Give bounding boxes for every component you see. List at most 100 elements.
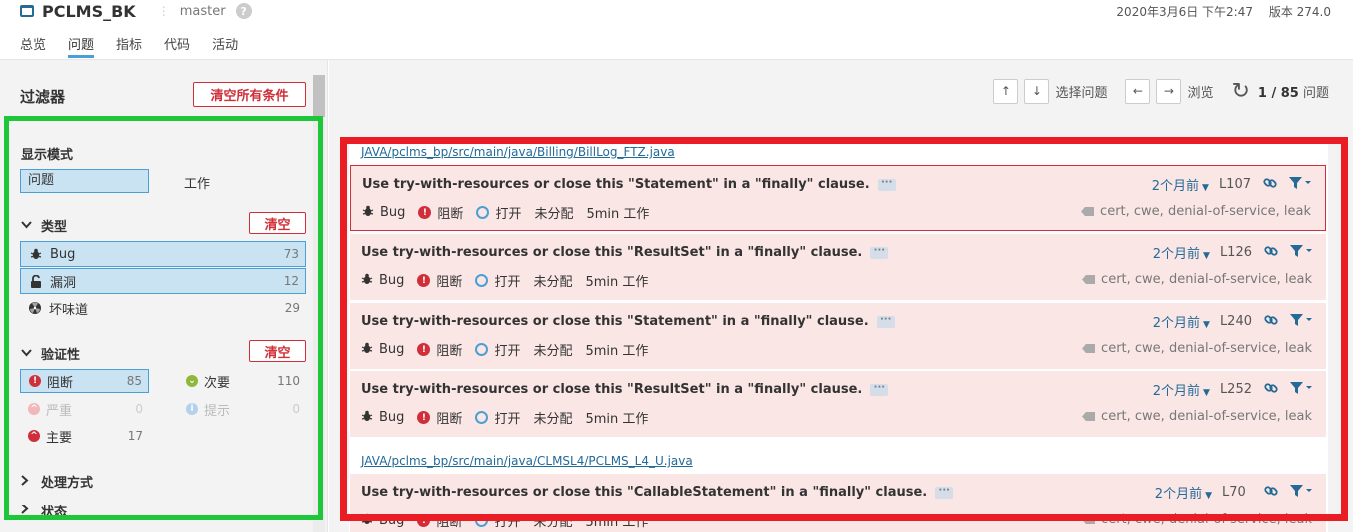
issue-severity[interactable]: ! 阻断 [418, 203, 463, 222]
filter-icon[interactable] [1290, 484, 1312, 501]
issue-severity[interactable]: ! 阻断 [417, 271, 462, 290]
issue-effort[interactable]: 5min 工作 [586, 203, 649, 222]
permalink-icon[interactable] [1264, 244, 1278, 262]
issue-age-label: 2个月前 [1154, 487, 1203, 502]
issue-type[interactable]: Bug [361, 273, 404, 288]
issue-message-text[interactable]: Use try-with-resources or close this "St… [361, 314, 869, 329]
issue-effort[interactable]: 5min 工作 [585, 408, 648, 427]
tab-overview[interactable]: 总览 [20, 34, 46, 58]
select-next-issue-button[interactable]: ↓ [1024, 78, 1050, 104]
caret-down-icon: ▼ [1203, 251, 1210, 261]
browse-back-button[interactable]: ← [1125, 78, 1151, 104]
issue-assignee[interactable]: 未分配 [533, 408, 572, 427]
open-status-icon [475, 411, 489, 424]
open-status-icon [475, 514, 489, 527]
issue-row[interactable]: Use try-with-resources or close this "St… [350, 303, 1326, 369]
tab-issues[interactable]: 问题 [68, 34, 95, 58]
issue-message-text[interactable]: Use try-with-resources or close this "Re… [361, 245, 862, 260]
tab-code[interactable]: 代码 [164, 34, 190, 58]
filter-icon[interactable] [1290, 381, 1312, 398]
issue-age[interactable]: 2个月前 ▼ [1155, 483, 1212, 502]
issue-severity[interactable]: ! 阻断 [417, 340, 462, 359]
issue-age-label: 2个月前 [1151, 179, 1200, 194]
issue-message-text[interactable]: Use try-with-resources or close this "Ca… [361, 485, 927, 500]
select-previous-issue-button[interactable]: ↑ [993, 78, 1019, 104]
issue-message[interactable]: Use try-with-resources or close this "Ca… [361, 485, 954, 500]
issue-type[interactable]: Bug [361, 410, 404, 425]
issue-tags[interactable]: cert, cwe, denial-of-service, leak [1082, 409, 1312, 424]
issue-age[interactable]: 2个月前 ▼ [1152, 175, 1209, 194]
issue-type[interactable]: Bug [362, 205, 405, 220]
issue-line: L126 [1219, 245, 1252, 260]
more-icon[interactable]: ··· [870, 245, 889, 259]
issue-severity-label: 阻断 [436, 344, 463, 359]
issue-severity-label: 阻断 [436, 412, 463, 427]
issue-effort[interactable]: 5min 工作 [585, 511, 648, 530]
issue-age[interactable]: 2个月前 ▼ [1153, 312, 1210, 331]
issue-message[interactable]: Use try-with-resources or close this "Re… [361, 382, 889, 397]
issue-message-text[interactable]: Use try-with-resources or close this "St… [362, 177, 870, 192]
issue-tags[interactable]: cert, cwe, denial-of-service, leak [1082, 512, 1312, 527]
issue-message[interactable]: Use try-with-resources or close this "Re… [361, 245, 889, 260]
issue-row[interactable]: Use try-with-resources or close this "St… [350, 165, 1326, 231]
branch-name[interactable]: master [180, 4, 226, 19]
issue-type[interactable]: Bug [361, 513, 404, 528]
permalink-icon[interactable] [1263, 176, 1277, 194]
permalink-icon[interactable] [1264, 484, 1278, 502]
more-icon[interactable]: ··· [870, 382, 889, 396]
issue-effort[interactable]: 5min 工作 [585, 340, 648, 359]
issue-tags[interactable]: cert, cwe, denial-of-service, leak [1082, 341, 1312, 356]
project-tabs: 总览 问题 指标 代码 活动 [20, 34, 260, 58]
filter-icon[interactable] [1290, 313, 1312, 330]
issue-line: L70 [1222, 485, 1246, 500]
issue-assignee[interactable]: 未分配 [533, 511, 572, 530]
reload-icon[interactable]: ↻ [1231, 79, 1249, 104]
issue-status[interactable]: 打开 [476, 203, 521, 222]
tab-measures[interactable]: 指标 [116, 34, 142, 58]
analysis-date: 2020年3月6日 下午2:47 [1116, 5, 1253, 19]
issue-status[interactable]: 打开 [475, 408, 520, 427]
issue-row[interactable]: Use try-with-resources or close this "Re… [350, 234, 1326, 300]
more-icon[interactable]: ··· [935, 485, 954, 499]
issue-row[interactable]: Use try-with-resources or close this "Re… [350, 371, 1326, 437]
issue-age[interactable]: 2个月前 ▼ [1153, 380, 1210, 399]
issue-assignee[interactable]: 未分配 [533, 340, 572, 359]
blocker-icon: ! [417, 343, 431, 356]
tab-activity[interactable]: 活动 [212, 34, 238, 58]
issue-effort[interactable]: 5min 工作 [585, 271, 648, 290]
issue-severity[interactable]: ! 阻断 [417, 511, 462, 530]
project-name[interactable]: PCLMS_BK [42, 2, 136, 21]
browse-forward-button[interactable]: → [1156, 78, 1182, 104]
issue-age[interactable]: 2个月前 ▼ [1153, 243, 1210, 262]
permalink-icon[interactable] [1264, 381, 1278, 399]
issue-message-text[interactable]: Use try-with-resources or close this "Re… [361, 382, 862, 397]
filter-icon[interactable] [1289, 176, 1311, 193]
issue-message[interactable]: Use try-with-resources or close this "St… [361, 314, 895, 329]
issue-actions: 2个月前 ▼ L126 [1153, 243, 1312, 262]
issue-status[interactable]: 打开 [475, 340, 520, 359]
issue-actions: 2个月前 ▼ L240 [1153, 312, 1312, 331]
permalink-icon[interactable] [1264, 313, 1278, 331]
issue-status[interactable]: 打开 [475, 511, 520, 530]
clear-all-filters-button[interactable]: 清空所有条件 [193, 82, 306, 107]
file-path-link[interactable]: JAVA/pclms_bp/src/main/java/Billing/Bill… [361, 145, 675, 159]
help-icon[interactable]: ? [235, 3, 252, 19]
issue-row[interactable]: Use try-with-resources or close this "Ca… [350, 474, 1326, 532]
filter-icon[interactable] [1290, 244, 1312, 261]
issue-assignee[interactable]: 未分配 [533, 271, 572, 290]
tag-icon [1082, 412, 1096, 421]
issue-severity[interactable]: ! 阻断 [417, 408, 462, 427]
open-status-icon [475, 274, 489, 287]
more-icon[interactable]: ··· [877, 177, 896, 191]
analysis-meta: 2020年3月6日 下午2:47 版本 274.0 [1116, 3, 1331, 20]
issue-tags[interactable]: cert, cwe, denial-of-service, leak [1082, 272, 1312, 287]
more-icon[interactable]: ··· [876, 314, 895, 328]
issue-status[interactable]: 打开 [475, 271, 520, 290]
blocker-icon: ! [417, 411, 431, 424]
issue-assignee[interactable]: 未分配 [534, 203, 573, 222]
issue-type[interactable]: Bug [361, 342, 404, 357]
issue-message[interactable]: Use try-with-resources or close this "St… [362, 177, 896, 192]
sidebar-scrollbar-thumb[interactable] [313, 75, 325, 117]
file-path-link[interactable]: JAVA/pclms_bp/src/main/java/CLMSL4/PCLMS… [361, 454, 693, 468]
issue-tags[interactable]: cert, cwe, denial-of-service, leak [1081, 204, 1311, 219]
